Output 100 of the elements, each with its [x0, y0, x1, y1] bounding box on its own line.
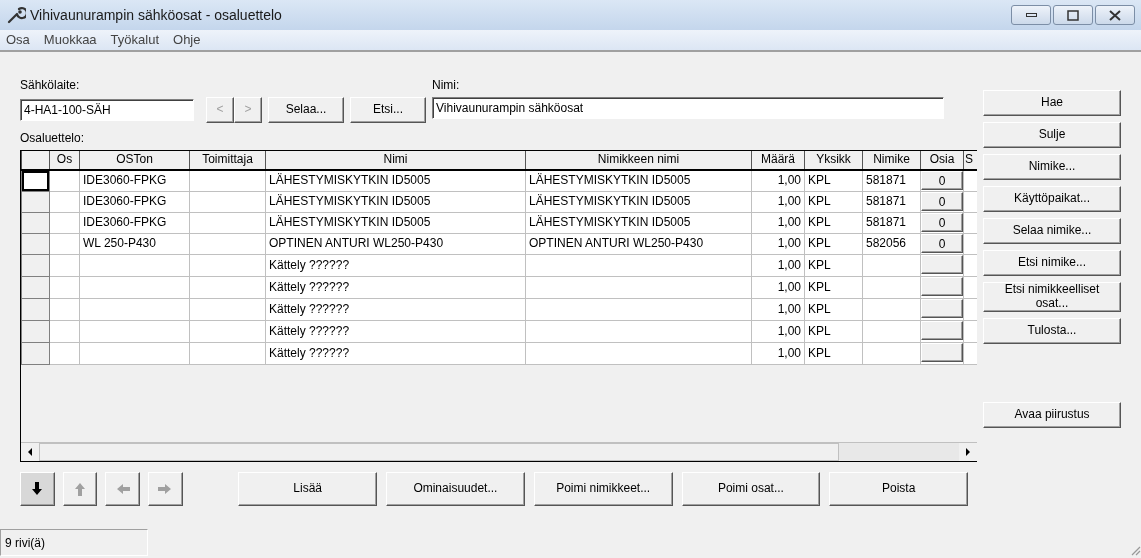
side-button[interactable]: Hae [983, 90, 1121, 116]
table-cell: KPL [808, 324, 831, 339]
name-field[interactable]: Vihivaunurampin sähköosat [432, 97, 944, 119]
side-button[interactable]: Sulje [983, 122, 1121, 148]
table-cell: Kättely ?????? [269, 346, 350, 361]
table-cell: KPL [808, 214, 831, 229]
table-cell: 1,00 [777, 279, 801, 294]
menu-item[interactable]: Muokkaa [43, 30, 97, 50]
table-cell: LÄHESTYMISKYTKIN ID5005 [269, 214, 431, 229]
parts-count-button[interactable]: 0 [921, 234, 963, 253]
maximize-button[interactable] [1053, 5, 1093, 25]
side-button[interactable]: Nimike... [983, 154, 1121, 180]
table-cell: KPL [808, 279, 831, 294]
row-header[interactable] [21, 170, 50, 191]
table-cell: Kättely ?????? [269, 324, 350, 339]
move-down-button[interactable] [20, 472, 55, 506]
resize-grip-icon [1129, 544, 1141, 556]
action-button[interactable]: Poista [829, 472, 969, 506]
table-cell: KPL [808, 301, 831, 316]
column-header[interactable]: Os [49, 151, 80, 170]
table-cell: KPL [808, 346, 831, 361]
side-button[interactable]: Selaa nimike... [983, 218, 1121, 244]
list-label: Osaluettelo: [20, 130, 86, 147]
parts-button[interactable] [921, 277, 963, 296]
table-cell: 581871 [866, 214, 907, 229]
table-cell: Kättely ?????? [269, 279, 350, 294]
table-cell: 1,00 [777, 301, 801, 316]
parts-count-button[interactable]: 0 [921, 171, 963, 190]
table-cell: LÄHESTYMISKYTKIN ID5005 [529, 214, 691, 229]
column-header[interactable]: Määrä [751, 151, 805, 170]
table-cell: 1,00 [777, 257, 801, 272]
parts-button[interactable] [921, 255, 963, 274]
table-cell: 1,00 [777, 346, 801, 361]
table-cell: 582056 [866, 235, 907, 250]
scrollbar-thumb[interactable] [39, 443, 839, 461]
maximize-icon [1067, 9, 1079, 21]
table-cell: 1,00 [777, 324, 801, 339]
column-header[interactable]: OSTon [79, 151, 190, 170]
header-button[interactable]: Etsi... [350, 97, 426, 123]
column-header[interactable]: Yksikk [804, 151, 863, 170]
table-cell: KPL [808, 257, 831, 272]
device-field[interactable]: 4-HA1-100-SÄH [20, 99, 194, 121]
header-button[interactable]: Selaa... [268, 97, 344, 123]
menu-item[interactable]: Osa [6, 30, 30, 50]
minimize-button[interactable] [1011, 5, 1051, 25]
right-arrow-icon [964, 448, 972, 456]
parts-button[interactable] [921, 343, 963, 363]
table-cell: OPTINEN ANTURI WL250-P430 [269, 235, 444, 250]
table-cell: IDE3060-FPKG [83, 214, 167, 229]
side-button[interactable]: Etsi nimikkeelliset osat... [983, 282, 1121, 312]
column-header[interactable]: Osia [920, 151, 964, 170]
table-cell: IDE3060-FPKG [83, 173, 167, 188]
scroll-right-button[interactable] [959, 443, 977, 461]
close-icon [1109, 9, 1121, 21]
table-cell: 581871 [866, 173, 907, 188]
action-button[interactable]: Ominaisuudet... [386, 472, 525, 506]
menu-item[interactable]: Työkalut [110, 30, 159, 50]
window-title: Vihivaunurampin sähköosat - osaluettelo [30, 5, 282, 25]
action-button[interactable]: Poimi osat... [681, 472, 821, 506]
table-cell: LÄHESTYMISKYTKIN ID5005 [529, 193, 691, 208]
column-header[interactable]: Nimikkeen nimi [525, 151, 752, 170]
horizontal-scrollbar[interactable] [21, 442, 977, 461]
table-cell: 1,00 [777, 193, 801, 208]
table-cell: Kättely ?????? [269, 257, 350, 272]
action-button[interactable]: Poimi nimikkeet... [533, 472, 673, 506]
table-cell: LÄHESTYMISKYTKIN ID5005 [269, 193, 431, 208]
column-header[interactable]: Nimi [265, 151, 526, 170]
side-button[interactable]: Käyttöpaikat... [983, 186, 1121, 212]
parts-button[interactable] [921, 299, 963, 318]
table-cell: WL 250-P430 [83, 235, 156, 250]
table-cell: LÄHESTYMISKYTKIN ID5005 [269, 173, 431, 188]
column-header[interactable]: Toimittaja [189, 151, 266, 170]
action-button[interactable]: Lisää [238, 472, 378, 506]
table-cell: IDE3060-FPKG [83, 193, 167, 208]
parts-count-button[interactable]: 0 [921, 192, 963, 211]
table-cell: 1,00 [777, 235, 801, 250]
parts-button[interactable] [921, 321, 963, 341]
field-label: Sähkölaite: [20, 77, 81, 94]
table-cell: 1,00 [777, 173, 801, 188]
table-cell: Kättely ?????? [269, 301, 350, 316]
left-arrow-icon [26, 448, 34, 456]
scroll-left-button[interactable] [21, 443, 39, 461]
table-cell: OPTINEN ANTURI WL250-P430 [529, 235, 704, 250]
parts-count-button[interactable]: 0 [921, 213, 963, 232]
side-button[interactable]: Avaa piirustus [983, 401, 1121, 428]
side-button[interactable]: Tulosta... [983, 317, 1121, 344]
table-cell: KPL [808, 173, 831, 188]
status-text: 9 rivi(ä) [0, 529, 148, 556]
table-cell: 1,00 [777, 214, 801, 229]
table-cell: KPL [808, 235, 831, 250]
table-cell: KPL [808, 193, 831, 208]
table-cell: LÄHESTYMISKYTKIN ID5005 [529, 173, 691, 188]
side-button[interactable]: Etsi nimike... [983, 250, 1121, 276]
column-header[interactable]: Nimike [862, 151, 921, 170]
menu-item[interactable]: Ohje [173, 30, 201, 50]
field-label: Nimi: [432, 77, 461, 94]
minimize-icon [1025, 13, 1037, 17]
close-button[interactable] [1095, 5, 1135, 25]
table-cell: 581871 [866, 193, 907, 208]
wrench-icon [6, 5, 26, 25]
